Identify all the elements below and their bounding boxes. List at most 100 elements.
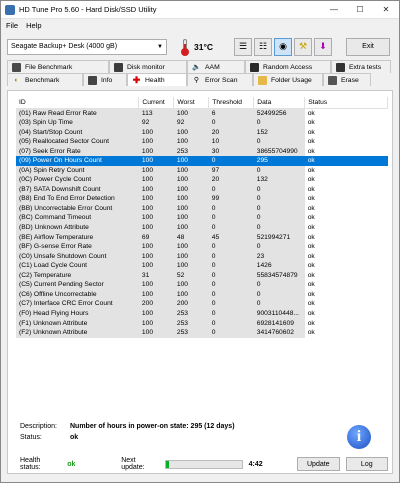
save-download-icon[interactable]: ⬇	[314, 37, 332, 56]
column-header-current[interactable]: Current	[138, 97, 175, 109]
tab-extra-tests[interactable]: Extra tests	[331, 60, 391, 73]
next-update-label: Next update:	[121, 457, 145, 471]
cell-id: (BE) Airflow Temperature	[16, 232, 139, 243]
tab-file-benchmark[interactable]: File Benchmark	[7, 60, 109, 73]
log-button[interactable]: Log	[345, 457, 388, 471]
cell-current: 100	[138, 165, 174, 176]
cell-threshold: 6	[208, 108, 254, 118]
table-row[interactable]: (F2) Unknown Attribute 100 253 0 3414760602 o…	[16, 328, 388, 338]
tab-health[interactable]: ✚ Health	[127, 73, 187, 86]
cell-current: 100	[138, 194, 174, 204]
table-row[interactable]: (B7) SATA Downshift Count 100 100 0 0 ok	[16, 184, 388, 195]
table-row[interactable]: (F0) Head Flying Hours 100 253 0 9003110448.…	[16, 308, 388, 319]
table-row[interactable]: (BB) Uncorrectable Error Count 100 100 0 0 ok	[16, 203, 388, 214]
tab-erase[interactable]: Erase	[323, 73, 371, 86]
cell-threshold: 10	[208, 137, 254, 147]
table-row[interactable]: (04) Start/Stop Count 100 100 20 152 ok	[16, 127, 388, 138]
table-row[interactable]: (C6) Offline Uncorrectable 100 100 0 0 ok	[16, 289, 388, 300]
table-row[interactable]: (09) Power On Hours Count 100 100 0 295 ok	[16, 156, 388, 166]
cell-data: 55834574879	[253, 270, 305, 281]
table-row[interactable]: (BD) Unknown Attribute 100 100 0 0 ok	[16, 223, 388, 233]
cell-data: 0	[253, 194, 305, 204]
table-row[interactable]: (05) Reallocated Sector Count 100 100 10 0 ok	[16, 137, 388, 147]
close-button[interactable]: ✕	[373, 1, 399, 19]
table-row[interactable]: (C2) Temperature 31 52 0 55834574879 ok	[16, 270, 388, 281]
status-value: ok	[70, 434, 79, 441]
cell-data: 295	[253, 156, 305, 166]
copy-text-icon[interactable]: ☷	[254, 37, 272, 56]
drive-select[interactable]: Seagate Backup+ Desk (4000 gB) ▼	[7, 38, 167, 55]
table-row[interactable]: (BC) Command Timeout 100 100 0 0 ok	[16, 213, 388, 224]
cell-worst: 100	[173, 203, 209, 214]
cell-status: ok	[307, 195, 315, 203]
table-row[interactable]: (0A) Spin Retry Count 100 100 97 0 ok	[16, 165, 388, 176]
cell-current: 100	[138, 146, 174, 157]
cell-status: ok	[307, 147, 315, 155]
cell-current: 31	[138, 270, 174, 281]
table-header-row: ID Current Worst Threshold Data Status	[16, 97, 388, 109]
cell-data: 0	[253, 213, 305, 224]
table-row[interactable]: (C5) Current Pending Sector 100 100 0 0 ok	[16, 280, 388, 290]
progress-fill	[166, 460, 170, 468]
exit-button[interactable]: Exit	[346, 37, 390, 56]
folder-icon	[258, 75, 267, 85]
table-row[interactable]: (BF) G-sense Error Rate 100 100 0 0 ok	[16, 242, 388, 252]
table-row[interactable]: (BE) Airflow Temperature 69 48 45 521994271 o…	[16, 232, 388, 243]
cell-status: ok	[307, 119, 315, 127]
minimize-button[interactable]: —	[321, 1, 347, 19]
cell-worst: 253	[173, 146, 209, 157]
table-row[interactable]: (F1) Unknown Attribute 100 253 0 6928141609 o…	[16, 318, 388, 329]
cell-threshold: 0	[208, 203, 254, 214]
cell-worst: 100	[173, 289, 209, 300]
column-header-threshold[interactable]: Threshold	[208, 97, 255, 109]
table-row[interactable]: (03) Spin Up Time 92 92 0 0 ok	[16, 118, 388, 128]
update-button[interactable]: Update	[297, 457, 340, 471]
tab-info[interactable]: Info	[83, 73, 127, 86]
table-row[interactable]: (C0) Unsafe Shutdown Count 100 100 0 23 ok	[16, 251, 388, 262]
column-header-worst[interactable]: Worst	[173, 97, 210, 109]
cell-status: ok	[307, 109, 315, 117]
cell-worst: 100	[173, 175, 209, 185]
cell-current: 100	[138, 242, 174, 252]
cell-threshold: 0	[208, 280, 254, 290]
table-row[interactable]: (C7) Interface CRC Error Count 200 200 0 0 ok	[16, 299, 388, 309]
cell-id: (C7) Interface CRC Error Count	[16, 299, 139, 309]
column-header-status[interactable]: Status	[304, 97, 388, 109]
tab-aam[interactable]: 🔈 AAM	[187, 60, 245, 73]
cell-threshold: 0	[208, 223, 254, 233]
cell-current: 100	[138, 184, 174, 195]
health-status-label: Health status:	[20, 457, 41, 471]
table-row[interactable]: (0C) Power Cycle Count 100 100 20 132 ok	[16, 175, 388, 185]
countdown-timer: 4:42	[248, 460, 263, 468]
cell-id: (01) Raw Read Error Rate	[16, 108, 139, 118]
menu-help[interactable]: Help	[26, 21, 41, 30]
cell-worst: 253	[173, 308, 209, 319]
cell-threshold: 0	[208, 289, 254, 300]
cell-id: (BD) Unknown Attribute	[16, 223, 139, 233]
table-row[interactable]: (07) Seek Error Rate 100 253 30 38655704990 o…	[16, 146, 388, 157]
options-wrench-icon[interactable]: ⚒	[294, 37, 312, 56]
cell-data: 0	[253, 223, 305, 233]
cell-threshold: 99	[208, 194, 254, 204]
cell-status: ok	[307, 166, 315, 174]
column-header-id[interactable]: ID	[16, 97, 140, 109]
table-row[interactable]: (B8) End To End Error Detection 100 100 99 0…	[16, 194, 388, 204]
tab-random-access[interactable]: Random Access	[245, 60, 331, 73]
menu-bar: File Help	[1, 19, 399, 32]
tab-benchmark[interactable]: ◐ Benchmark	[7, 73, 83, 86]
copy-info-icon[interactable]: ☰	[234, 37, 252, 56]
table-row[interactable]: (01) Raw Read Error Rate 113 100 6 52499256 o…	[16, 108, 388, 118]
cell-current: 200	[138, 299, 174, 309]
column-header-data[interactable]: Data	[253, 97, 306, 109]
cell-status: ok	[307, 233, 315, 241]
tab-error-scan[interactable]: ⚲ Error Scan	[187, 73, 253, 86]
maximize-button[interactable]: ☐	[347, 1, 373, 19]
screenshot-camera-icon[interactable]: ◉	[274, 37, 292, 56]
tab-folder-usage[interactable]: Folder Usage	[253, 73, 323, 86]
tab-disk-monitor[interactable]: Disk monitor	[109, 60, 187, 73]
table-row[interactable]: (C1) Load Cycle Count 100 100 0 1426 ok	[16, 261, 388, 271]
cell-status: ok	[307, 128, 315, 136]
cell-status: ok	[307, 319, 315, 327]
menu-file[interactable]: File	[6, 21, 18, 30]
cell-current: 100	[138, 251, 174, 262]
